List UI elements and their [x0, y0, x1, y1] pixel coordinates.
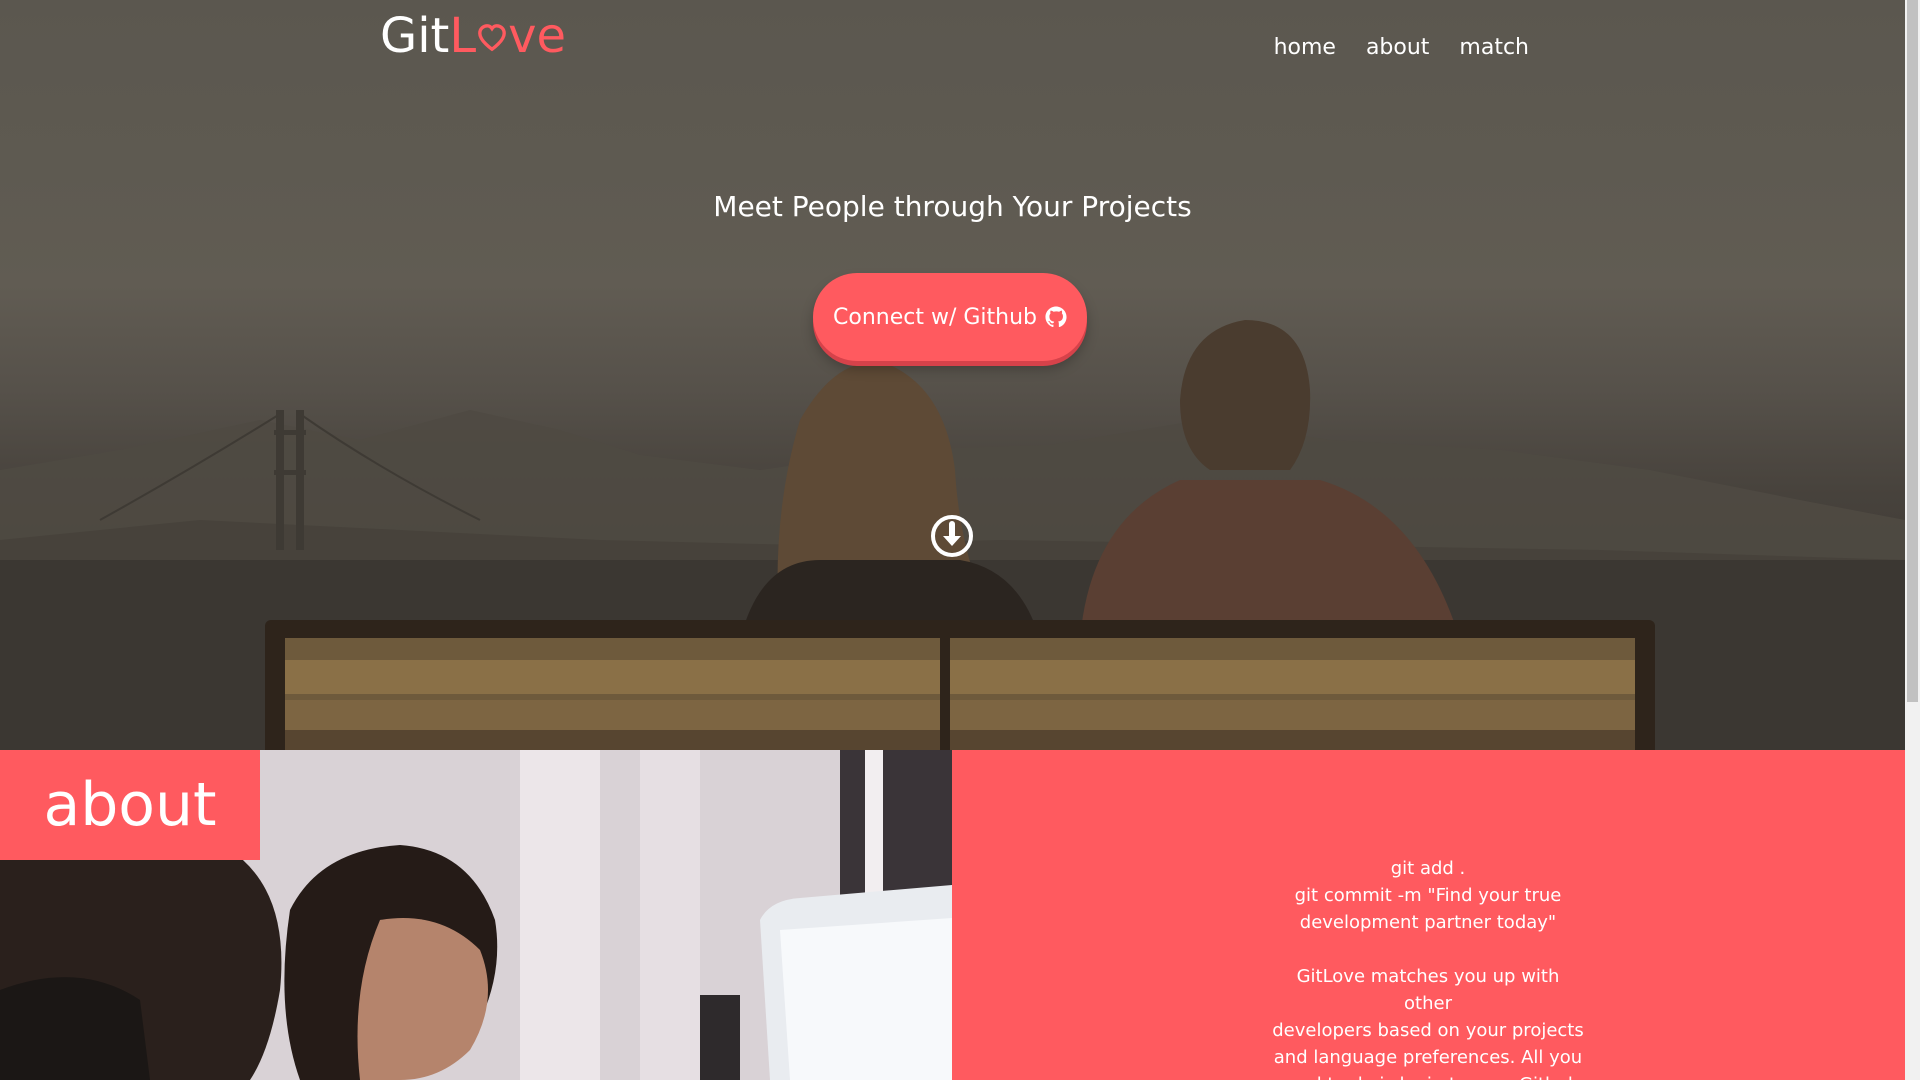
heart-icon	[478, 24, 506, 52]
page: Git L ve home about match Meet People th…	[0, 0, 1905, 1080]
hero-background-image	[0, 320, 1905, 750]
logo-love-ve: ve	[508, 8, 567, 64]
github-icon	[1045, 306, 1067, 328]
hero-section: Git L ve home about match Meet People th…	[0, 0, 1905, 750]
about-line: GitLove matches you up with other	[1296, 966, 1560, 1014]
logo-love-l: L	[449, 8, 477, 64]
top-navbar: Git L ve home about match	[0, 0, 1905, 100]
about-line: git add .	[1390, 858, 1466, 879]
nav-about-link[interactable]: about	[1366, 30, 1429, 66]
about-heading: about	[43, 770, 217, 840]
scrollbar-thumb[interactable]	[1907, 0, 1918, 702]
logo-git-text: Git	[380, 8, 450, 64]
hero-tagline: Meet People through Your Projects	[713, 190, 1192, 223]
about-line: need to do is login to your Github	[1270, 1071, 1586, 1080]
nav-home-link[interactable]: home	[1274, 30, 1336, 66]
logo-love-text: L ve	[449, 8, 566, 64]
about-line: git commit -m "Find your true	[1294, 885, 1562, 906]
about-line: development partner today"	[1299, 912, 1557, 933]
nav-match-link[interactable]: match	[1459, 30, 1529, 66]
main-nav: home about match	[1274, 30, 1529, 66]
about-line: and language preferences. All you	[1273, 1047, 1583, 1068]
gitlove-logo[interactable]: Git L ve	[380, 6, 566, 66]
about-description: git add . git commit -m "Find your true …	[1270, 855, 1586, 1080]
connect-github-label: Connect w/ Github	[833, 304, 1037, 330]
page-scrollbar[interactable]	[1905, 0, 1920, 1080]
about-heading-badge: about	[0, 750, 260, 860]
connect-github-button[interactable]: Connect w/ Github	[813, 273, 1087, 361]
arrow-circle-down-icon[interactable]	[930, 514, 974, 558]
about-line: developers based on your projects	[1272, 1020, 1584, 1041]
